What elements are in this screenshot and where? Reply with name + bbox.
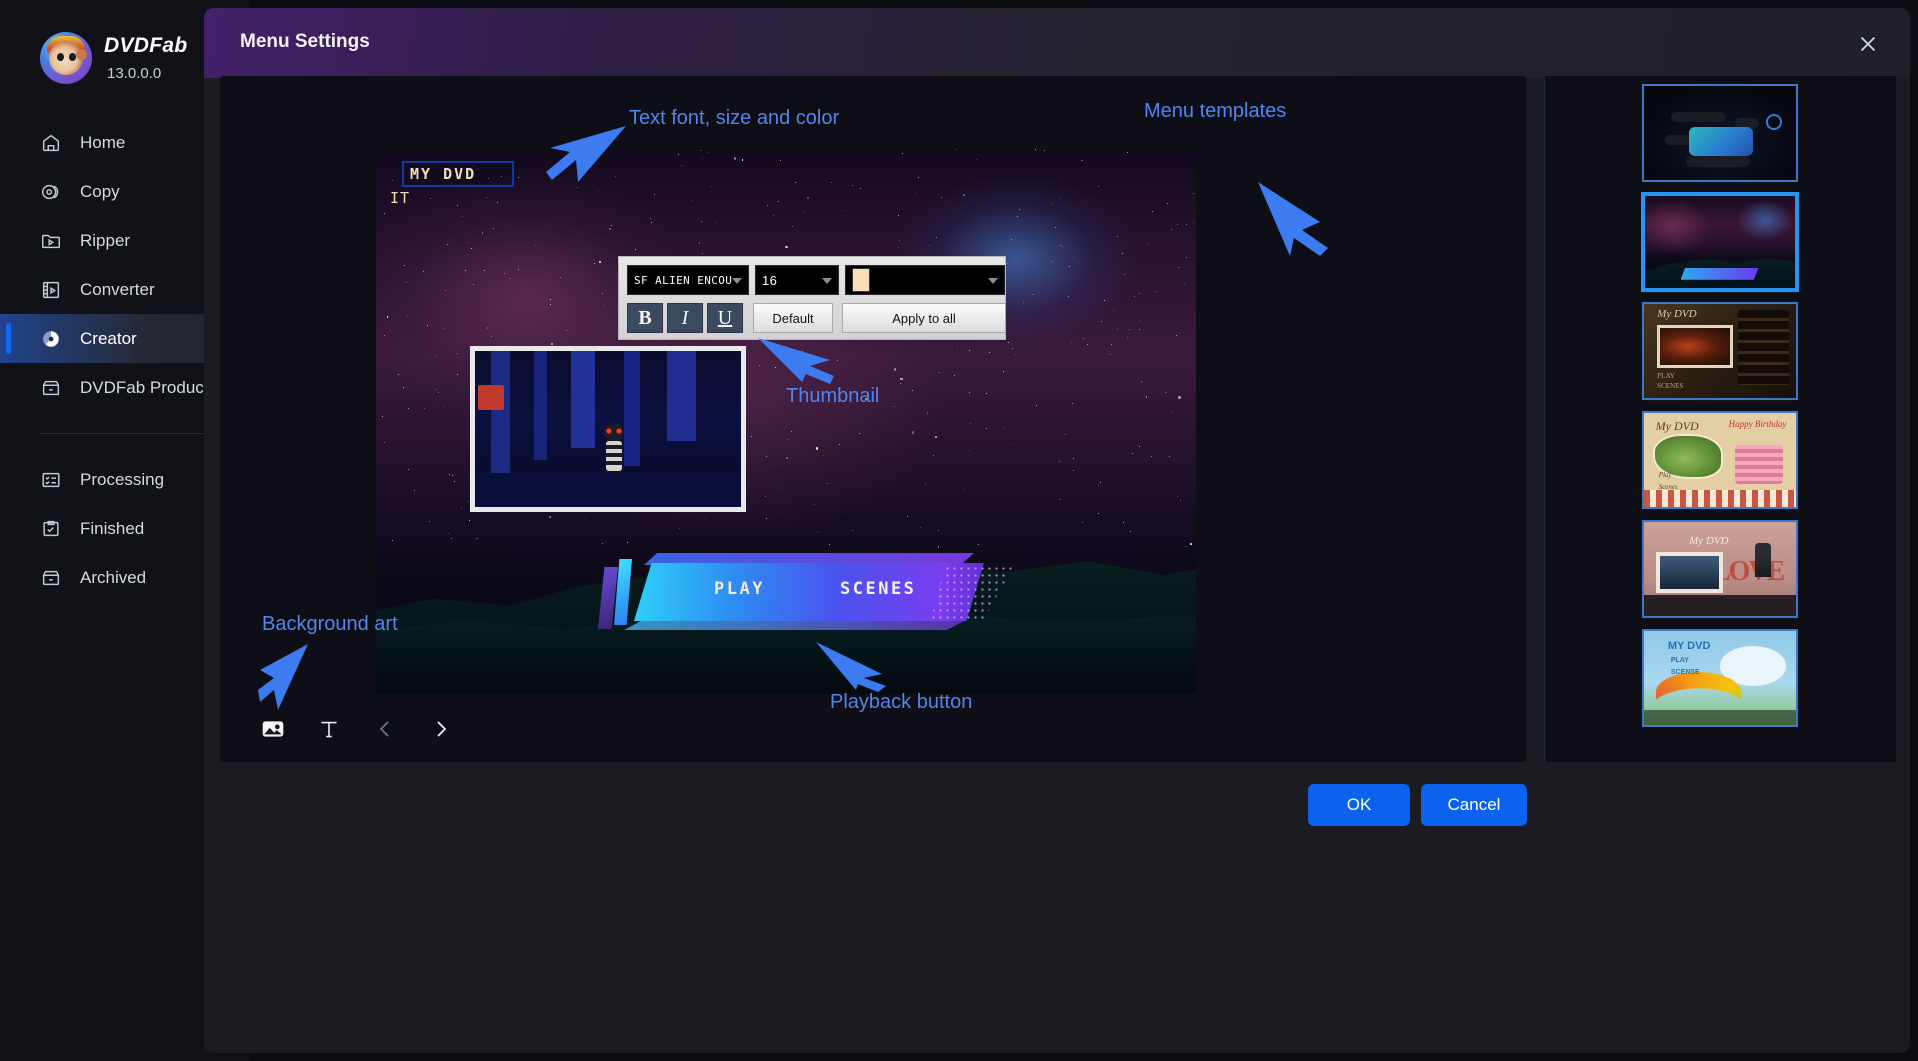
template-item-birthday-cake[interactable]: My DVD Happy Birthday Play Scenes (1641, 411, 1798, 509)
underline-button[interactable]: U (707, 303, 743, 333)
play-button-label[interactable]: PLAY (714, 579, 765, 599)
brand-name: DVDFab (104, 34, 187, 58)
character-figure (604, 422, 625, 471)
font-family-value: SF ALIEN ENCOU (634, 273, 733, 287)
folder-play-icon (42, 234, 60, 248)
annotation-text-font: Text font, size and color (629, 107, 840, 129)
home-icon (42, 134, 60, 151)
template-item-sepia-film[interactable]: My DVD PLAY SCENES (1641, 302, 1798, 400)
archive-box-icon (42, 570, 60, 585)
template-item-scifi-pod[interactable] (1641, 84, 1798, 182)
list-tasks-icon (42, 472, 60, 487)
arrow-to-font-toolbar (546, 126, 626, 182)
close-icon[interactable] (1854, 30, 1882, 58)
template-thumbnail: LOVE My DVD (1643, 522, 1796, 616)
color-swatch (852, 268, 870, 292)
template-thumbnail: MY DVD PLAY SCENSE (1643, 631, 1796, 725)
arrow-to-playback-button (816, 642, 886, 692)
italic-button[interactable]: I (667, 303, 703, 333)
thumbnail-frame[interactable] (470, 346, 746, 512)
menu-preview-canvas[interactable]: MY DVD IT PLAY SCENES (376, 149, 1196, 694)
sidebar-item-label: DVDFab Products (80, 377, 217, 397)
playbar-main (634, 563, 984, 621)
annotation-menu-templates: Menu templates (1144, 100, 1287, 122)
template-thumbnail (1643, 86, 1796, 180)
clipboard-check-icon (43, 520, 59, 536)
menu-title-text: MY DVD (410, 165, 477, 183)
thumbnail-image (475, 351, 741, 507)
template-scenes-label: SCENSE (1670, 668, 1700, 676)
annotation-thumbnail: Thumbnail (786, 385, 880, 407)
template-title: My DVD (1657, 307, 1697, 320)
menu-title-textbox[interactable]: MY DVD (402, 161, 514, 187)
sidebar-item-label: Finished (80, 518, 145, 538)
previous-page-button[interactable] (370, 714, 400, 744)
menu-subtitle-text: IT (390, 189, 411, 207)
box-icon (42, 380, 60, 395)
sidebar-item-label: Ripper (80, 230, 131, 250)
chevron-left-icon (379, 721, 389, 737)
chevron-down-icon (822, 278, 832, 284)
default-button[interactable]: Default (753, 303, 833, 333)
template-item-night-sky[interactable] (1641, 193, 1798, 291)
text-icon (321, 721, 337, 738)
template-thumbnail: My DVD Happy Birthday Play Scenes (1643, 413, 1796, 507)
page-title: Menu Settings (240, 31, 370, 52)
template-item-wedding-love[interactable]: LOVE My DVD (1641, 520, 1798, 618)
font-settings-toolbar: SF ALIEN ENCOU 16 B I U Default Apply to… (618, 256, 1006, 340)
template-play-label: PLAY (1670, 657, 1689, 665)
template-thumbnail: My DVD PLAY SCENES (1643, 304, 1796, 398)
copy-disc-icon (42, 184, 59, 199)
bold-button[interactable]: B (627, 303, 663, 333)
playback-button-bar[interactable]: PLAY SCENES (592, 547, 1014, 639)
font-color-select[interactable] (845, 265, 1005, 295)
template-scenes-label: SCENES (1657, 382, 1684, 391)
sidebar-item-label: Converter (80, 279, 155, 299)
ok-button[interactable]: OK (1308, 784, 1410, 826)
font-family-select[interactable]: SF ALIEN ENCOU (627, 265, 749, 295)
add-text-tool[interactable] (314, 714, 344, 744)
sidebar-divider (40, 433, 210, 434)
font-size-value: 16 (762, 272, 778, 288)
chevron-down-icon (732, 278, 742, 284)
arrow-to-thumbnail (758, 338, 834, 384)
sidebar-item-label: Creator (80, 328, 137, 348)
menu-template-panel: My DVD PLAY SCENES My DVD Happy Birthday… (1544, 76, 1896, 762)
template-item-kids-rainbow[interactable]: MY DVD PLAY SCENSE (1641, 629, 1798, 727)
template-title: My DVD (1655, 418, 1699, 433)
template-title: MY DVD (1667, 640, 1711, 653)
arrow-to-menu-templates (1258, 182, 1328, 256)
app-version: 13.0.0.0 (107, 65, 162, 82)
film-strip-icon (42, 281, 60, 298)
chevron-down-icon (988, 278, 998, 284)
annotation-playback-button: Playback button (830, 691, 973, 713)
template-list[interactable]: My DVD PLAY SCENES My DVD Happy Birthday… (1545, 76, 1896, 762)
template-greeting: Happy Birthday (1728, 418, 1787, 429)
font-size-select[interactable]: 16 (755, 265, 839, 295)
playbar-bottom-accent (624, 621, 964, 630)
template-title: My DVD (1689, 535, 1729, 548)
sidebar-item-label: Archived (80, 567, 147, 587)
annotation-background-art: Background art (262, 613, 398, 635)
template-love-text: LOVE (1711, 555, 1785, 587)
scenes-button-label[interactable]: SCENES (840, 579, 916, 599)
menu-settings-dialog: Menu Settings MY DVD IT PLAY SCENES SF A… (204, 8, 1910, 1053)
disc-icon (43, 330, 59, 347)
application-window: DVDFab 13.0.0.0 Home Copy Ripper Convert… (0, 0, 1918, 1061)
close-glyph (1860, 36, 1876, 52)
template-play-label: PLAY (1657, 371, 1675, 380)
template-play-label: Play (1658, 471, 1672, 480)
sidebar-item-label: Processing (80, 469, 165, 489)
template-thumbnail (1644, 196, 1795, 288)
dialog-header: Menu Settings (204, 8, 1910, 78)
arrow-to-background-art (258, 644, 308, 710)
brand-name-text: DVDFab (104, 34, 188, 57)
chevron-right-icon (437, 721, 447, 737)
sidebar-item-label: Copy (80, 181, 120, 201)
monkey-avatar-icon (40, 32, 92, 84)
sidebar-item-label: Home (80, 132, 126, 152)
next-page-button[interactable] (426, 714, 456, 744)
cancel-button[interactable]: Cancel (1421, 784, 1527, 826)
apply-to-all-button[interactable]: Apply to all (842, 303, 1006, 333)
